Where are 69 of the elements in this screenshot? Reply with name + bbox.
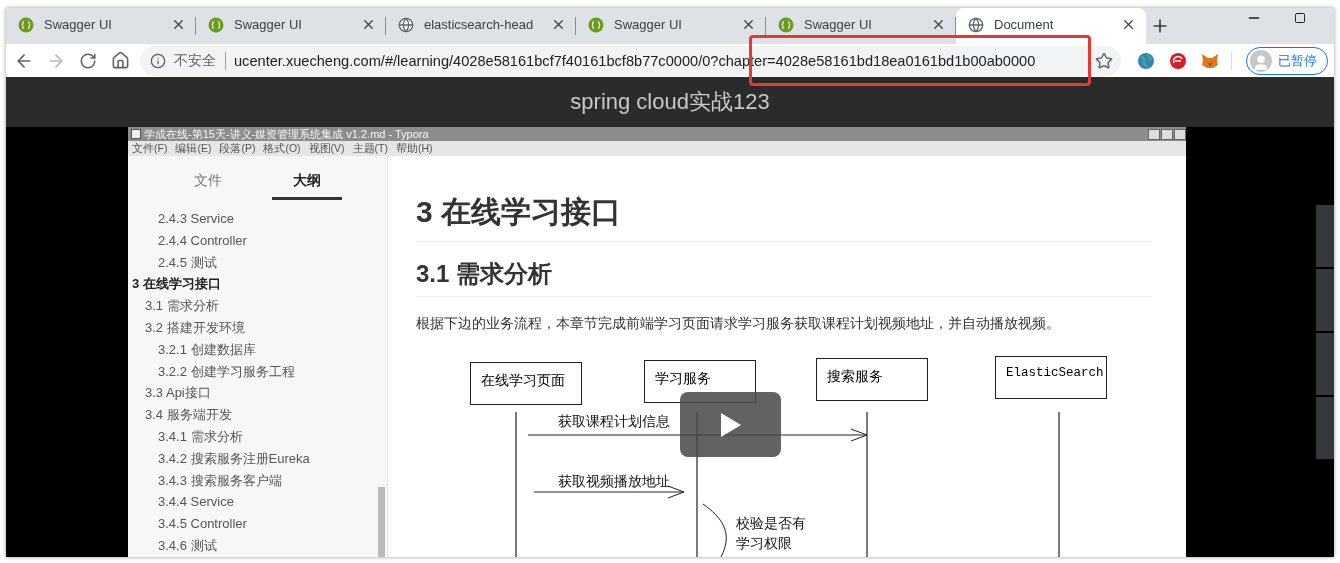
play-button[interactable]	[680, 392, 781, 457]
participant-box: 在线学习页面	[470, 362, 582, 405]
outline-item[interactable]: 2.4.5 测试	[128, 251, 387, 274]
close-icon[interactable]	[931, 17, 946, 32]
extension-icon[interactable]	[1169, 51, 1187, 70]
fox-icon[interactable]	[1201, 51, 1219, 70]
paragraph: 根据下边的业务流程，本章节完成前端学习页面请求学习服务获取课程计划视频地址，并自动播放视频。	[416, 315, 1061, 333]
message-label: 获取课程计划信息	[558, 413, 670, 431]
outline-item[interactable]: 3.4.4 Service	[128, 491, 387, 514]
profile-button[interactable]: 已暂停	[1246, 46, 1328, 75]
outline-item[interactable]: 2.4.3 Service	[128, 208, 387, 230]
message-label: 获取视频播放地址	[558, 473, 670, 491]
swagger-icon	[778, 16, 794, 33]
browser-tab[interactable]: elasticsearch-head	[386, 8, 576, 44]
close-icon[interactable]	[361, 17, 376, 32]
globe-icon	[398, 16, 414, 33]
outline-item[interactable]: 3.3 Api接口	[128, 382, 387, 405]
browser-tab[interactable]: Swagger UI	[6, 8, 196, 44]
outline-item[interactable]: 3.2.2 创建学习服务工程	[128, 360, 387, 383]
globe-icon	[968, 16, 984, 33]
outline-item[interactable]: 3.1 需求分析	[128, 295, 387, 317]
note-text: 校验是否有 学习权限	[736, 514, 806, 553]
participant-box: ElasticSearch	[995, 356, 1107, 399]
menu-item[interactable]: 帮助(H)	[396, 141, 433, 156]
outline-item[interactable]: 3 在线学习接口	[128, 273, 387, 296]
home-icon[interactable]	[110, 51, 130, 70]
outline-item[interactable]: 3.4.5 Controller	[128, 513, 387, 535]
bracket-line	[702, 503, 727, 557]
close-icon[interactable]	[551, 17, 566, 32]
reload-icon[interactable]	[79, 51, 97, 70]
outline-item[interactable]: 3.4.6 测试	[128, 534, 387, 557]
menu-item[interactable]: 段落(P)	[219, 141, 256, 156]
browser-tab[interactable]: Swagger UI	[196, 8, 386, 44]
scrollbar[interactable]	[378, 487, 385, 557]
security-label: 不安全	[174, 51, 226, 70]
menu-item[interactable]: 视图(V)	[308, 141, 345, 156]
menu-item[interactable]: 编辑(E)	[175, 141, 212, 156]
outline-item[interactable]: 3.4.3 搜索服务客户端	[128, 469, 387, 492]
menu-item[interactable]: 格式(O)	[263, 141, 301, 156]
swagger-icon	[588, 16, 604, 33]
sidebar-tab[interactable]: 文件	[172, 172, 243, 200]
play-icon[interactable]	[718, 411, 743, 438]
outline-item[interactable]: 2.4.4 Controller	[128, 229, 387, 252]
browser-tab[interactable]: Document	[956, 8, 1146, 44]
swagger-icon	[208, 16, 224, 33]
outline-item[interactable]: 3.4 服务端开发	[128, 404, 387, 426]
browser-tab[interactable]: Swagger UI	[766, 8, 956, 44]
close-icon[interactable]	[171, 17, 186, 32]
menu-item[interactable]: 主题(T)	[352, 141, 388, 156]
app-icon	[131, 129, 141, 139]
sidebar-tab[interactable]: 大纲	[272, 172, 343, 200]
outline-item[interactable]: 3.4.2 搜索服务注册Eureka	[128, 447, 387, 470]
outline-item[interactable]: 3.4.1 需求分析	[128, 425, 387, 448]
star-icon[interactable]	[1095, 51, 1113, 70]
subheading: 3.1 需求分析	[416, 242, 1152, 297]
outline-item[interactable]: 3.2.1 创建数据库	[128, 338, 387, 361]
info-icon[interactable]	[150, 52, 166, 69]
app-title: 学成在线-第15天-讲义-媒资管理系统集成 v1.2.md - Typora	[144, 127, 429, 142]
browser-tab[interactable]: Swagger UI	[576, 8, 766, 44]
menu-item[interactable]: 文件(F)	[132, 141, 168, 156]
globe-icon[interactable]	[1137, 51, 1155, 70]
outline-item[interactable]: 3.2 搭建开发环境	[128, 317, 387, 339]
close-icon[interactable]	[741, 17, 756, 32]
swagger-icon	[18, 16, 34, 33]
heading: 3 在线学习接口	[416, 156, 1152, 242]
maximize-icon[interactable]	[1294, 12, 1306, 24]
page-title: spring cloud实战123	[570, 88, 770, 116]
participant-box: 搜索服务	[816, 358, 928, 401]
close-icon[interactable]	[1121, 17, 1136, 32]
